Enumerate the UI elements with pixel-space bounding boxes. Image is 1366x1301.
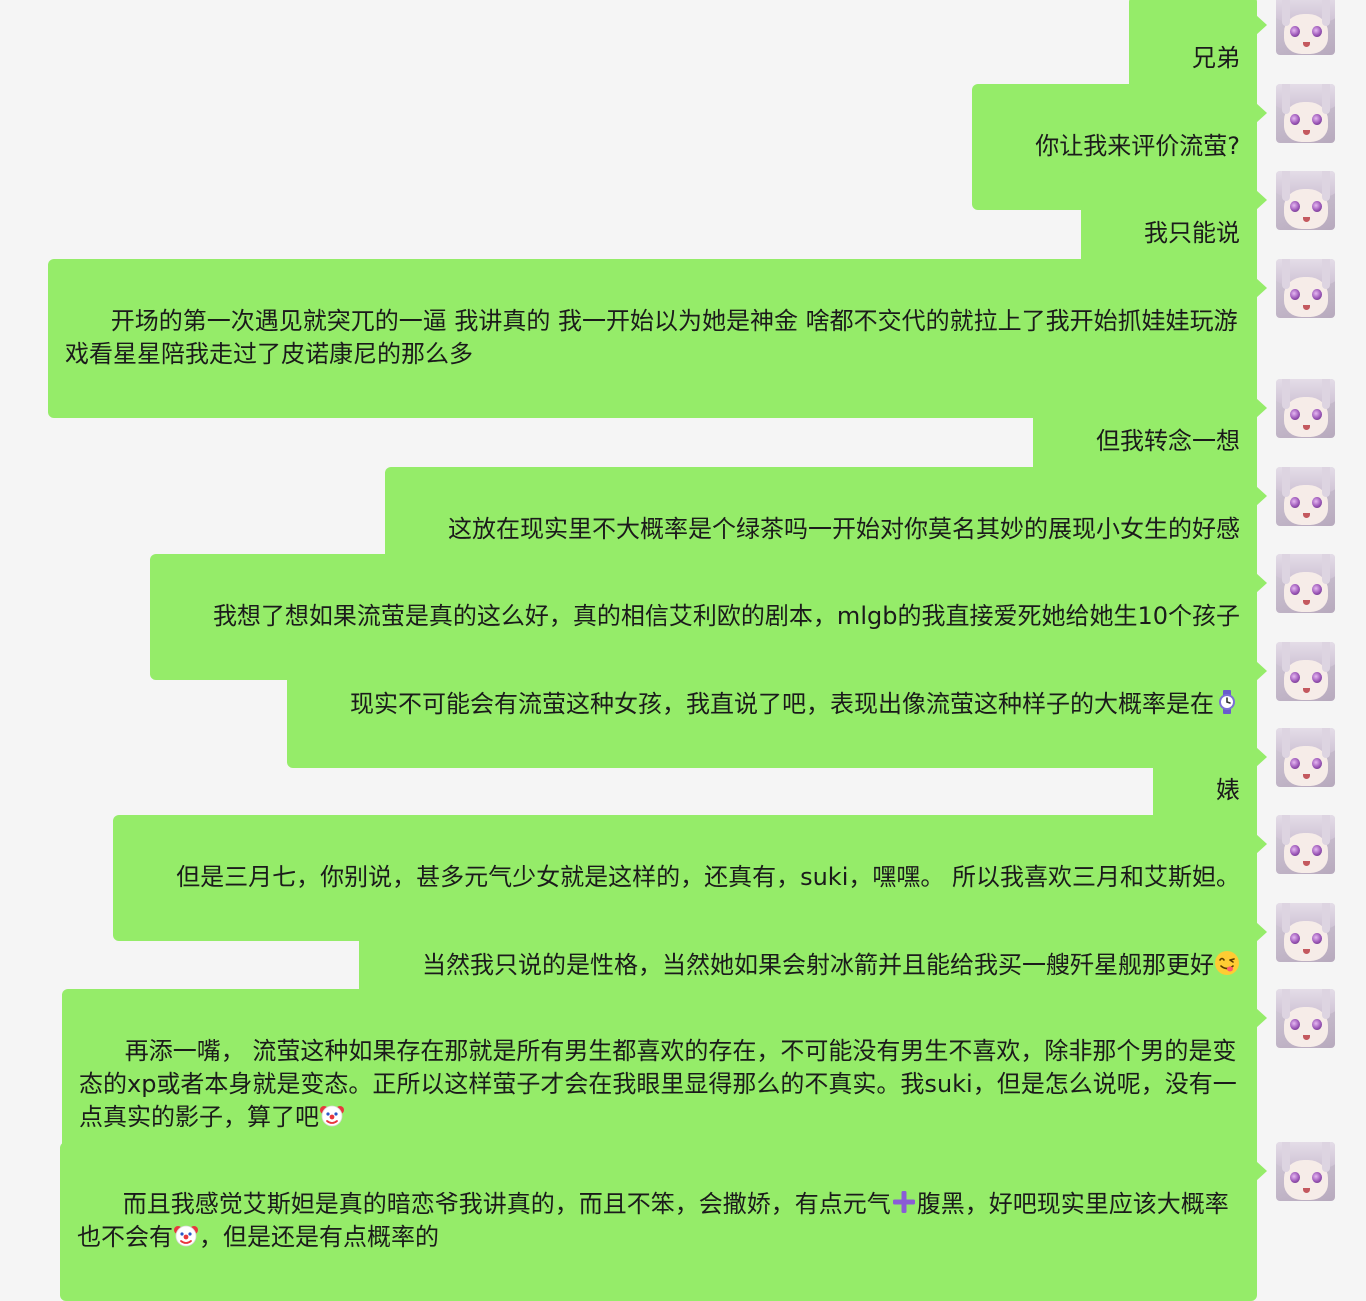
avatar-icon[interactable] [1276, 989, 1335, 1048]
chat-window: 兄弟 你让我来评价流萤? 我只能说 开场的第一次遇见就突兀的一逼 我讲真的 我一… [0, 0, 1366, 1301]
watch-emoji-icon [1219, 690, 1235, 714]
message-text: 我只能说 [1144, 219, 1240, 247]
avatar-icon[interactable] [1276, 259, 1335, 318]
message-text: 再添一嘴， 流萤这种如果存在那就是所有男生都喜欢的存在，不可能没有男生不喜欢，除… [79, 1037, 1237, 1131]
message-text: 但我转念一想 [1096, 427, 1240, 455]
avatar-icon[interactable] [1276, 728, 1335, 787]
message-text: 当然我只说的是性格，当然她如果会射冰箭并且能给我买一艘歼星舰那更好 [422, 951, 1214, 979]
message-bubble[interactable]: 而且我感觉艾斯妲是真的暗恋爷我讲真的，而且不笨，会撒娇，有点元气 腹黑，好吧现实里… [60, 1142, 1267, 1301]
avatar-icon[interactable] [1276, 554, 1335, 613]
message-text: 兄弟 [1192, 44, 1240, 72]
plus-emoji-icon [892, 1191, 915, 1213]
avatar-icon[interactable] [1276, 903, 1335, 962]
message-text: 开场的第一次遇见就突兀的一逼 我讲真的 我一开始以为她是神金 啥都不交代的就拉上… [65, 307, 1238, 368]
message-text: 这放在现实里不大概率是个绿茶吗一开始对你莫名其妙的展现小女生的好感 [448, 515, 1240, 543]
clown-emoji-icon [320, 1105, 344, 1127]
avatar-icon[interactable] [1276, 642, 1335, 701]
avatar-icon[interactable] [1276, 1142, 1335, 1201]
message-text: 现实不可能会有流萤这种女孩，我直说了吧，表现出像流萤这种样子的大概率是在 [350, 690, 1214, 718]
avatar-icon[interactable] [1276, 467, 1335, 526]
message-text-part1: 而且我感觉艾斯妲是真的暗恋爷我讲真的，而且不笨，会撒娇，有点元气 [122, 1190, 891, 1218]
message-text: 我想了想如果流萤是真的这么好，真的相信艾利欧的剧本，mlgb的我直接爱死她给她生… [212, 602, 1240, 630]
avatar-icon[interactable] [1276, 0, 1335, 55]
yum-face-emoji-icon [1215, 951, 1239, 975]
message-text: 你让我来评价流萤? [1035, 132, 1240, 160]
avatar-icon[interactable] [1276, 815, 1335, 874]
message-text: 婊 [1216, 776, 1240, 804]
message-text: 但是三月七，你别说，甚多元气少女就是这样的，还真有，suki，嘿嘿。 所以我喜欢… [176, 863, 1240, 891]
clown-emoji-icon [174, 1225, 198, 1247]
avatar-icon[interactable] [1276, 379, 1335, 438]
message-bubble[interactable]: 现实不可能会有流萤这种女孩，我直说了吧，表现出像流萤这种样子的大概率是在 [287, 642, 1267, 768]
avatar-icon[interactable] [1276, 171, 1335, 230]
avatar-icon[interactable] [1276, 84, 1335, 143]
message-text-part3: ，但是还是有点概率的 [199, 1223, 439, 1251]
